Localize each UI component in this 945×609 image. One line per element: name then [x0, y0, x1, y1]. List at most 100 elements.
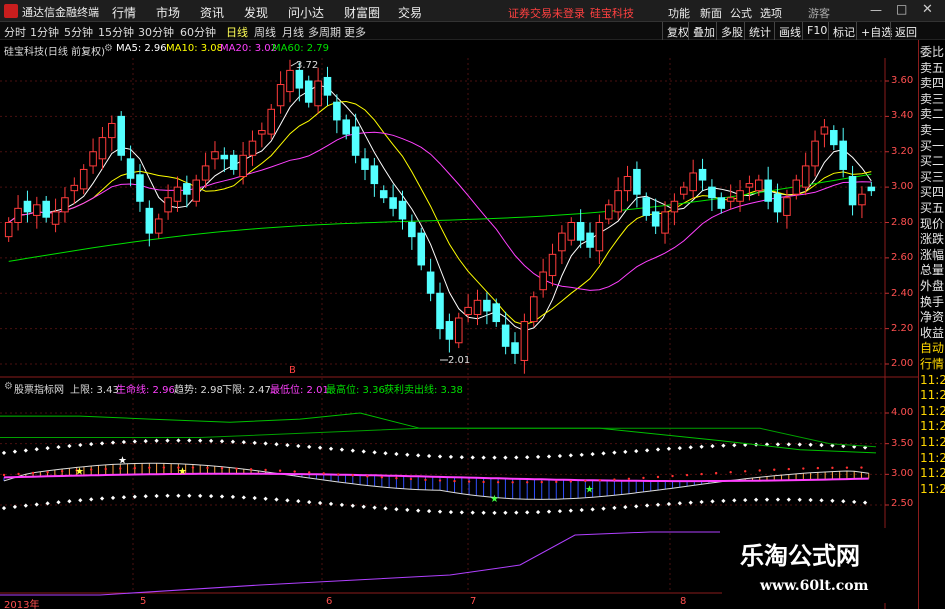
- user-label[interactable]: 游客: [808, 5, 830, 21]
- settings-gear-icon[interactable]: ⚙: [104, 43, 113, 54]
- btn-diejia[interactable]: 叠加: [688, 22, 719, 40]
- red-dot: [162, 466, 166, 469]
- candle-body: [361, 158, 369, 170]
- candle-body: [183, 183, 191, 195]
- ma20-label: MA20: 3.02: [220, 43, 278, 54]
- kline-chart[interactable]: ★ ★ ★ ★ ★: [0, 40, 918, 609]
- menu-wenxiaoda[interactable]: 问小达: [288, 4, 324, 21]
- close-icon[interactable]: ✕: [922, 2, 933, 17]
- period-fenshi[interactable]: 分时: [4, 24, 26, 40]
- candle-body: [567, 222, 576, 241]
- candle-body: [511, 342, 519, 354]
- x-tick: 2013年: [4, 600, 40, 609]
- red-dot: [148, 466, 151, 469]
- candle-body: [136, 174, 144, 202]
- menu-xuanxiang[interactable]: 选项: [760, 5, 782, 21]
- sidebar-item[interactable]: 买五: [920, 201, 945, 216]
- period-30min[interactable]: 30分钟: [138, 24, 174, 40]
- sidebar-item[interactable]: 买四: [920, 185, 945, 200]
- sidebar-item[interactable]: 11:2: [920, 451, 945, 466]
- period-multi[interactable]: 多周期: [308, 24, 341, 40]
- maximize-icon[interactable]: □: [896, 2, 907, 16]
- period-month[interactable]: 月线: [282, 24, 304, 40]
- period-1min[interactable]: 1分钟: [30, 24, 59, 40]
- sub-tick: 3.00: [891, 468, 914, 479]
- menu-shichang[interactable]: 市场: [156, 4, 180, 21]
- red-dot: [845, 466, 849, 469]
- sidebar-item[interactable]: 涨跌: [920, 232, 945, 247]
- red-dot: [235, 467, 238, 470]
- sidebar-item[interactable]: 买三: [920, 170, 945, 185]
- sidebar-item[interactable]: 换手: [920, 295, 945, 310]
- menu-gongneng[interactable]: 功能: [668, 5, 690, 21]
- candle-body: [398, 200, 407, 220]
- sidebar-item[interactable]: 净资: [920, 310, 945, 325]
- menu-faxian[interactable]: 发现: [244, 4, 268, 21]
- candle-body: [201, 165, 210, 181]
- sidebar-item[interactable]: 11:2: [920, 404, 945, 419]
- btn-duogu[interactable]: 多股: [716, 22, 747, 40]
- candle-body: [51, 211, 60, 225]
- menu-hangqing[interactable]: 行情: [112, 4, 136, 21]
- ma5-label: MA5: 2.96: [116, 43, 167, 54]
- menu-gongshi[interactable]: 公式: [730, 5, 752, 21]
- sidebar-item[interactable]: 卖一: [920, 123, 945, 138]
- sidebar-item[interactable]: 买二: [920, 154, 945, 169]
- sidebar-item[interactable]: 卖四: [920, 76, 945, 91]
- btn-fanhui[interactable]: 返回: [890, 22, 921, 40]
- sidebar-item[interactable]: 卖三: [920, 92, 945, 107]
- sidebar-item[interactable]: 11:2: [920, 373, 945, 388]
- sell-line-label: 获利卖出线: 3.38: [384, 385, 463, 396]
- candle-body: [33, 204, 41, 216]
- sidebar-item[interactable]: 11:2: [920, 388, 945, 403]
- menu-xinmian[interactable]: 新面: [700, 5, 722, 21]
- login-notice[interactable]: 证券交易未登录: [508, 5, 585, 21]
- red-dot: [264, 468, 267, 472]
- signal-star: ★: [178, 466, 187, 477]
- btn-biaoji[interactable]: 标记: [828, 22, 859, 40]
- period-5min[interactable]: 5分钟: [64, 24, 93, 40]
- sidebar-item[interactable]: 总量: [920, 263, 945, 278]
- sidebar-item[interactable]: 11:2: [920, 435, 945, 450]
- sidebar-item[interactable]: 卖五: [920, 61, 945, 76]
- period-more[interactable]: 更多: [344, 24, 366, 40]
- candle-body: [820, 126, 829, 135]
- sidebar-item[interactable]: 11:2: [920, 482, 945, 497]
- red-dot: [119, 467, 122, 470]
- sidebar-item[interactable]: 委比: [920, 45, 945, 60]
- menu-caifuquan[interactable]: 财富圈: [344, 4, 380, 21]
- period-week[interactable]: 周线: [254, 24, 276, 40]
- candle-body: [773, 193, 782, 213]
- sidebar-item[interactable]: 收益: [920, 326, 945, 341]
- btn-f10[interactable]: F10: [802, 22, 831, 40]
- sidebar-item[interactable]: 买一: [920, 139, 945, 154]
- sub-gear-icon[interactable]: ⚙: [4, 381, 13, 392]
- sidebar-item[interactable]: 行情: [920, 357, 945, 372]
- candle-body: [389, 197, 397, 209]
- red-dot: [613, 478, 616, 481]
- sidebar-item[interactable]: 外盘: [920, 279, 945, 294]
- candle-body: [379, 190, 388, 199]
- red-dot: [787, 467, 790, 471]
- period-15min[interactable]: 15分钟: [98, 24, 134, 40]
- sidebar-item[interactable]: 卖二: [920, 107, 945, 122]
- minimize-icon[interactable]: —: [870, 3, 882, 17]
- signal-star: ★: [585, 485, 594, 496]
- sidebar-item[interactable]: 11:2: [920, 466, 945, 481]
- high-annotation: 3.72: [296, 60, 319, 71]
- life-label: 生命线: 2.96: [116, 385, 175, 396]
- sidebar-item[interactable]: 自动: [920, 341, 945, 356]
- candle-body: [154, 218, 163, 234]
- period-60min[interactable]: 60分钟: [180, 24, 216, 40]
- candle-body: [548, 253, 557, 277]
- menu-zixun[interactable]: 资讯: [200, 4, 224, 21]
- sidebar-item[interactable]: 现价: [920, 217, 945, 232]
- menu-jiaoyi[interactable]: 交易: [398, 4, 422, 21]
- candle-body: [276, 84, 285, 107]
- sidebar-item[interactable]: 涨幅: [920, 248, 945, 263]
- sidebar-item[interactable]: 11:2: [920, 419, 945, 434]
- candle-body: [42, 200, 50, 218]
- btn-tongji[interactable]: 统计: [744, 22, 775, 40]
- btn-huaxian[interactable]: 画线: [774, 22, 805, 40]
- period-day[interactable]: 日线: [226, 24, 248, 40]
